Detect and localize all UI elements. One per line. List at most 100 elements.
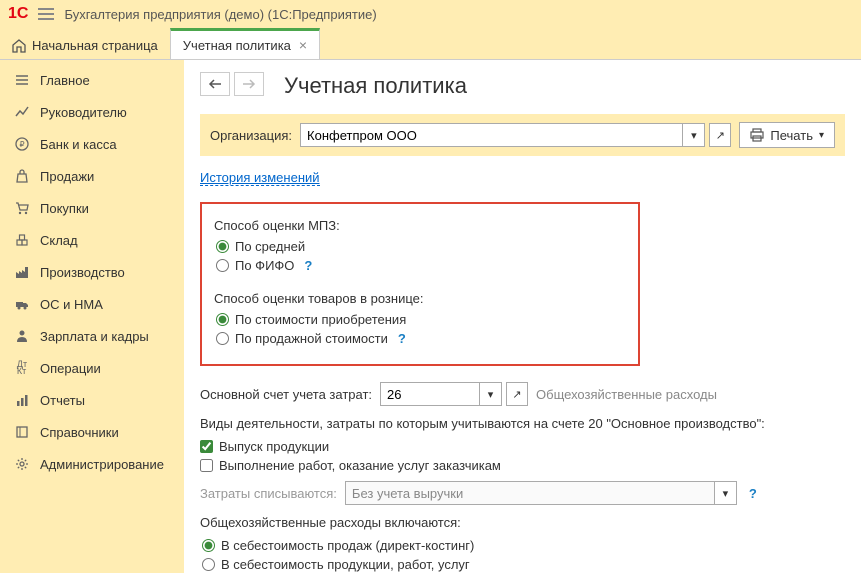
radio-input[interactable] <box>216 240 229 253</box>
printer-icon <box>750 128 764 142</box>
radio-label: По ФИФО <box>235 258 294 273</box>
truck-icon <box>14 296 30 312</box>
history-link[interactable]: История изменений <box>200 170 320 186</box>
sidebar-item-bank[interactable]: ₽ Банк и касса <box>0 128 184 160</box>
sidebar-item-label: Зарплата и кадры <box>40 329 149 344</box>
sidebar-item-label: Покупки <box>40 201 89 216</box>
list-icon <box>14 72 30 88</box>
main-menu-icon[interactable] <box>38 8 54 20</box>
writeoff-field <box>345 481 715 505</box>
factory-icon <box>14 264 30 280</box>
sidebar-item-label: Банк и касса <box>40 137 117 152</box>
organization-field[interactable] <box>300 123 683 147</box>
radio-input[interactable] <box>202 539 215 552</box>
radio-label: В себестоимость продаж (директ-костинг) <box>221 538 474 553</box>
radio-label: По стоимости приобретения <box>235 312 406 327</box>
gear-icon <box>14 456 30 472</box>
sidebar-item-label: Главное <box>40 73 90 88</box>
radio-label: По средней <box>235 239 305 254</box>
main-account-field[interactable] <box>380 382 480 406</box>
open-button[interactable]: ↗ <box>506 382 528 406</box>
sidebar-item-label: Производство <box>40 265 125 280</box>
tab-active[interactable]: Учетная политика × <box>170 28 320 59</box>
page-title: Учетная политика <box>284 73 467 99</box>
sidebar-item-assets[interactable]: ОС и НМА <box>0 288 184 320</box>
person-icon <box>14 328 30 344</box>
dropdown-button[interactable]: ▾ <box>480 382 502 406</box>
highlighted-section: Способ оценки МПЗ: По средней По ФИФО ? … <box>200 202 640 366</box>
print-label: Печать <box>770 128 813 143</box>
checkbox-services[interactable]: Выполнение работ, оказание услуг заказчи… <box>200 458 845 473</box>
chart-up-icon <box>14 104 30 120</box>
sidebar-item-label: Операции <box>40 361 101 376</box>
sidebar-item-catalogs[interactable]: Справочники <box>0 416 184 448</box>
tab-active-label: Учетная политика <box>183 38 291 53</box>
tab-home[interactable]: Начальная страница <box>0 32 170 59</box>
book-icon <box>14 424 30 440</box>
cart-icon <box>14 200 30 216</box>
checkbox-input[interactable] <box>200 440 213 453</box>
sidebar-item-label: ОС и НМА <box>40 297 103 312</box>
activity-description: Виды деятельности, затраты по которым уч… <box>200 416 845 431</box>
mpz-label: Способ оценки МПЗ: <box>214 218 626 233</box>
checkbox-input[interactable] <box>200 459 213 472</box>
bag-icon <box>14 168 30 184</box>
overhead-option-cost[interactable]: В себестоимость продукции, работ, услуг <box>202 557 845 572</box>
app-title: Бухгалтерия предприятия (демо) (1С:Предп… <box>64 7 376 22</box>
retail-option-sale[interactable]: По продажной стоимости ? <box>216 331 626 346</box>
mpz-option-fifo[interactable]: По ФИФО ? <box>216 258 626 273</box>
open-button[interactable]: ↗ <box>709 123 731 147</box>
main-account-desc: Общехозяйственные расходы <box>536 387 717 402</box>
sidebar-item-reports[interactable]: Отчеты <box>0 384 184 416</box>
sidebar-item-production[interactable]: Производство <box>0 256 184 288</box>
chevron-down-icon: ▾ <box>819 130 824 141</box>
sidebar-item-label: Справочники <box>40 425 119 440</box>
sidebar: Главное Руководителю ₽ Банк и касса Прод… <box>0 60 184 573</box>
svg-text:₽: ₽ <box>19 140 24 149</box>
radio-input[interactable] <box>216 332 229 345</box>
help-icon[interactable]: ? <box>749 486 757 501</box>
tab-close-icon[interactable]: × <box>299 37 307 53</box>
dtkt-icon: ДтКт <box>14 360 30 376</box>
organization-label: Организация: <box>210 128 292 143</box>
sidebar-item-main[interactable]: Главное <box>0 64 184 96</box>
sidebar-item-purchases[interactable]: Покупки <box>0 192 184 224</box>
radio-input[interactable] <box>202 558 215 571</box>
retail-option-cost[interactable]: По стоимости приобретения <box>216 312 626 327</box>
sidebar-item-admin[interactable]: Администрирование <box>0 448 184 480</box>
help-icon[interactable]: ? <box>304 258 312 273</box>
tab-home-label: Начальная страница <box>32 38 158 53</box>
home-icon <box>12 39 26 53</box>
overhead-label: Общехозяйственные расходы включаются: <box>200 515 845 530</box>
dropdown-button[interactable]: ▾ <box>683 123 705 147</box>
mpz-option-average[interactable]: По средней <box>216 239 626 254</box>
sidebar-item-label: Продажи <box>40 169 94 184</box>
sidebar-item-hr[interactable]: Зарплата и кадры <box>0 320 184 352</box>
radio-label: В себестоимость продукции, работ, услуг <box>221 557 470 572</box>
logo-1c: 1C <box>8 5 28 23</box>
sidebar-item-manager[interactable]: Руководителю <box>0 96 184 128</box>
sidebar-item-sales[interactable]: Продажи <box>0 160 184 192</box>
dropdown-button[interactable]: ▾ <box>715 481 737 505</box>
sidebar-item-label: Отчеты <box>40 393 85 408</box>
writeoff-label: Затраты списываются: <box>200 486 337 501</box>
radio-input[interactable] <box>216 313 229 326</box>
sidebar-item-label: Администрирование <box>40 457 164 472</box>
sidebar-item-label: Склад <box>40 233 78 248</box>
help-icon[interactable]: ? <box>398 331 406 346</box>
overhead-option-direct[interactable]: В себестоимость продаж (директ-костинг) <box>202 538 845 553</box>
checkbox-production[interactable]: Выпуск продукции <box>200 439 845 454</box>
ruble-icon: ₽ <box>14 136 30 152</box>
print-button[interactable]: Печать ▾ <box>739 122 835 148</box>
sidebar-item-label: Руководителю <box>40 105 127 120</box>
bars-icon <box>14 392 30 408</box>
checkbox-label: Выпуск продукции <box>219 439 329 454</box>
sidebar-item-warehouse[interactable]: Склад <box>0 224 184 256</box>
main-account-label: Основной счет учета затрат: <box>200 387 372 402</box>
nav-back-button[interactable] <box>200 72 230 96</box>
retail-label: Способ оценки товаров в рознице: <box>214 291 626 306</box>
radio-label: По продажной стоимости <box>235 331 388 346</box>
nav-forward-button[interactable] <box>234 72 264 96</box>
sidebar-item-operations[interactable]: ДтКт Операции <box>0 352 184 384</box>
radio-input[interactable] <box>216 259 229 272</box>
